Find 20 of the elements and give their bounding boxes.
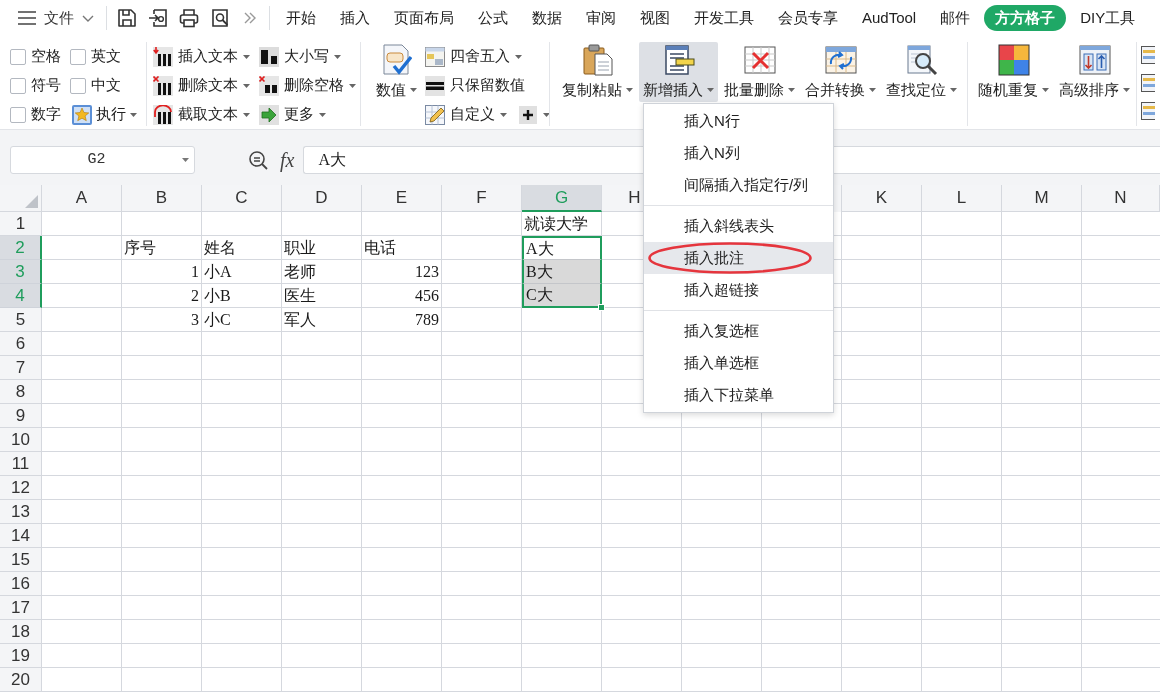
table-cell-text: 3 [190, 310, 200, 330]
table-cell-text: 小B [203, 286, 232, 306]
table-cell-text: 姓名 [203, 238, 237, 258]
table-cell: A大 [522, 236, 602, 260]
table-cell-text: 2 [190, 286, 200, 306]
table-cell-text: 小A [203, 262, 233, 282]
table-cell: B大 [522, 260, 602, 284]
table-cell-text: 789 [414, 310, 440, 330]
table-cell-text: 小C [203, 310, 232, 330]
table-cell-text: 老师 [283, 262, 317, 282]
table-cell: C大 [522, 284, 602, 308]
table-cell-text: 就读大学 [523, 214, 589, 234]
table-cell-text: 123 [414, 262, 440, 282]
table-cell-text: 职业 [283, 238, 317, 258]
table-cell-text: 电话 [363, 238, 397, 258]
table-cell-text: 医生 [283, 286, 317, 306]
table-cell-text: 456 [414, 286, 440, 306]
table-cell-text: 序号 [123, 238, 157, 258]
table-cell-text: 军人 [283, 310, 317, 330]
table-cell-text: 1 [190, 262, 200, 282]
